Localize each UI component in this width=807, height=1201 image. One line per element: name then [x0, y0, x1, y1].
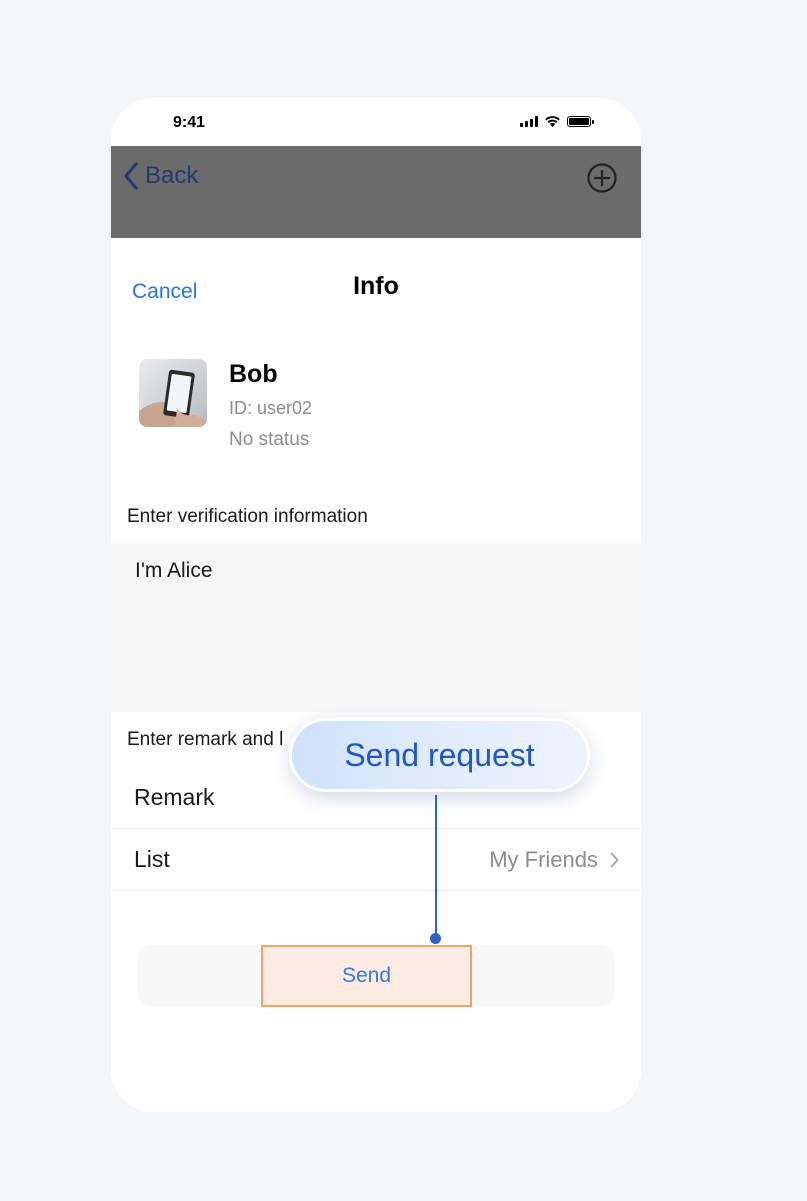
list-row-label: List [134, 846, 170, 872]
avatar [139, 359, 207, 427]
verification-input[interactable]: I'm Alice [111, 543, 641, 712]
back-label: Back [145, 162, 199, 189]
send-button[interactable]: Send [261, 945, 472, 1007]
callout-anchor-dot [430, 933, 441, 944]
info-sheet: Cancel Info Bob ID: user02 No status Ent… [111, 238, 641, 1112]
user-status: No status [229, 429, 310, 450]
status-bar: 9:41 [111, 98, 641, 146]
battery-icon [567, 115, 594, 127]
wifi-icon [545, 116, 560, 127]
callout-bubble: Send request [289, 718, 590, 792]
phone-frame: 9:41 Back Cancel Info Bob ID: user02 No … [111, 98, 641, 1112]
callout-connector [435, 795, 437, 938]
status-icons [520, 115, 594, 127]
chevron-left-icon [124, 162, 138, 190]
sheet-title: Info [353, 272, 399, 300]
back-button[interactable]: Back [123, 162, 198, 190]
chevron-right-icon [610, 852, 619, 868]
user-id: ID: user02 [229, 398, 313, 418]
status-time: 9:41 [173, 114, 206, 131]
verification-text: I'm Alice [135, 559, 213, 582]
list-row[interactable]: List My Friends [111, 829, 641, 891]
remark-row-label: Remark [134, 784, 215, 810]
plus-circle-icon[interactable] [587, 163, 617, 193]
list-row-value-group: My Friends [489, 847, 619, 873]
list-row-value: My Friends [489, 847, 598, 872]
user-name: Bob [229, 360, 278, 388]
verification-label: Enter verification information [127, 506, 368, 527]
cellular-signal-icon [520, 115, 538, 127]
nav-bar: Back [111, 146, 641, 238]
remark-section-label: Enter remark and l [127, 729, 284, 750]
